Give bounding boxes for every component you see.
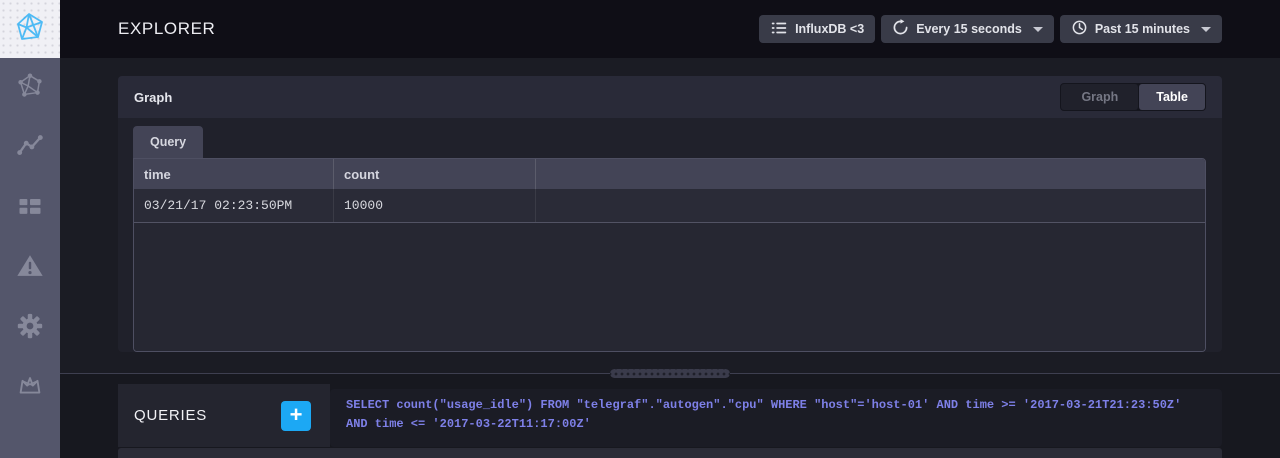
queries-panel-header: QUERIES + bbox=[118, 384, 330, 447]
sidebar-item-settings[interactable] bbox=[0, 298, 60, 358]
panel-title: Graph bbox=[134, 90, 172, 105]
hosts-icon bbox=[15, 71, 45, 106]
table-header-row: time count bbox=[134, 159, 1205, 189]
chevron-down-icon bbox=[1201, 27, 1211, 32]
top-header-bar: EXPLORER InfluxDB <3 bbox=[60, 0, 1280, 58]
chronograf-logo-icon bbox=[14, 11, 46, 48]
dashboards-grid-icon bbox=[16, 192, 44, 225]
sidebar-item-admin[interactable] bbox=[0, 358, 60, 418]
results-table: time count 03/21/17 02:23:50PM 10000 bbox=[133, 158, 1206, 352]
graph-table-toggle: Graph Table bbox=[1060, 83, 1206, 111]
query-tab[interactable]: Query bbox=[133, 126, 203, 158]
admin-crown-icon bbox=[15, 371, 45, 406]
visualization-panel-header: Graph Graph Table bbox=[118, 76, 1222, 118]
query-text: SELECT count("usage_idle") FROM "telegra… bbox=[346, 396, 1206, 433]
sidebar-item-logo[interactable] bbox=[0, 0, 60, 58]
sidebar-item-data-explorer[interactable] bbox=[0, 118, 60, 178]
column-header-time[interactable]: time bbox=[134, 159, 334, 189]
cell-empty-value bbox=[536, 189, 1205, 222]
query-builder-next-row bbox=[118, 448, 1222, 458]
time-range-label: Past 15 minutes bbox=[1095, 22, 1190, 36]
main-content: Graph Graph Table Query time count 03/21… bbox=[60, 58, 1280, 458]
clock-icon bbox=[1071, 19, 1088, 39]
sidebar-item-dashboards[interactable] bbox=[0, 178, 60, 238]
app-window: EXPLORER InfluxDB <3 bbox=[0, 0, 1280, 458]
panel-resize-handle[interactable] bbox=[610, 369, 730, 378]
data-explorer-pulse-icon bbox=[15, 131, 45, 166]
column-header-count[interactable]: count bbox=[334, 159, 536, 189]
time-range-dropdown[interactable]: Past 15 minutes bbox=[1060, 15, 1222, 43]
refresh-icon bbox=[892, 19, 909, 39]
visualization-panel: Graph Graph Table Query time count 03/21… bbox=[118, 76, 1222, 352]
autorefresh-dropdown[interactable]: Every 15 seconds bbox=[881, 15, 1054, 43]
autorefresh-label: Every 15 seconds bbox=[916, 22, 1022, 36]
sidebar-item-alerts[interactable] bbox=[0, 238, 60, 298]
toggle-graph-button[interactable]: Graph bbox=[1061, 84, 1138, 110]
settings-gear-icon bbox=[15, 311, 45, 346]
cell-count-value: 10000 bbox=[334, 189, 536, 222]
source-server-icon bbox=[770, 19, 788, 40]
queries-title: QUERIES bbox=[134, 407, 207, 424]
page-title: EXPLORER bbox=[60, 19, 215, 39]
sidebar-nav bbox=[0, 0, 60, 458]
queries-panel: QUERIES + SELECT count("usage_idle") FRO… bbox=[118, 384, 1222, 447]
source-selector-label: InfluxDB <3 bbox=[795, 22, 864, 36]
table-row[interactable]: 03/21/17 02:23:50PM 10000 bbox=[134, 189, 1205, 223]
toggle-table-button[interactable]: Table bbox=[1139, 84, 1205, 110]
chevron-down-icon bbox=[1033, 27, 1043, 32]
header-controls: InfluxDB <3 Every 15 seconds bbox=[759, 15, 1280, 43]
alert-triangle-icon bbox=[15, 251, 45, 286]
table-empty-area bbox=[134, 223, 1205, 351]
query-card[interactable]: SELECT count("usage_idle") FROM "telegra… bbox=[330, 389, 1222, 447]
add-query-button[interactable]: + bbox=[281, 401, 311, 431]
visualization-panel-body: Query time count 03/21/17 02:23:50PM 100… bbox=[118, 118, 1222, 352]
cell-time-value: 03/21/17 02:23:50PM bbox=[134, 189, 334, 222]
column-header-empty bbox=[536, 159, 1205, 189]
sidebar-item-hosts[interactable] bbox=[0, 58, 60, 118]
source-selector-button[interactable]: InfluxDB <3 bbox=[759, 15, 875, 43]
